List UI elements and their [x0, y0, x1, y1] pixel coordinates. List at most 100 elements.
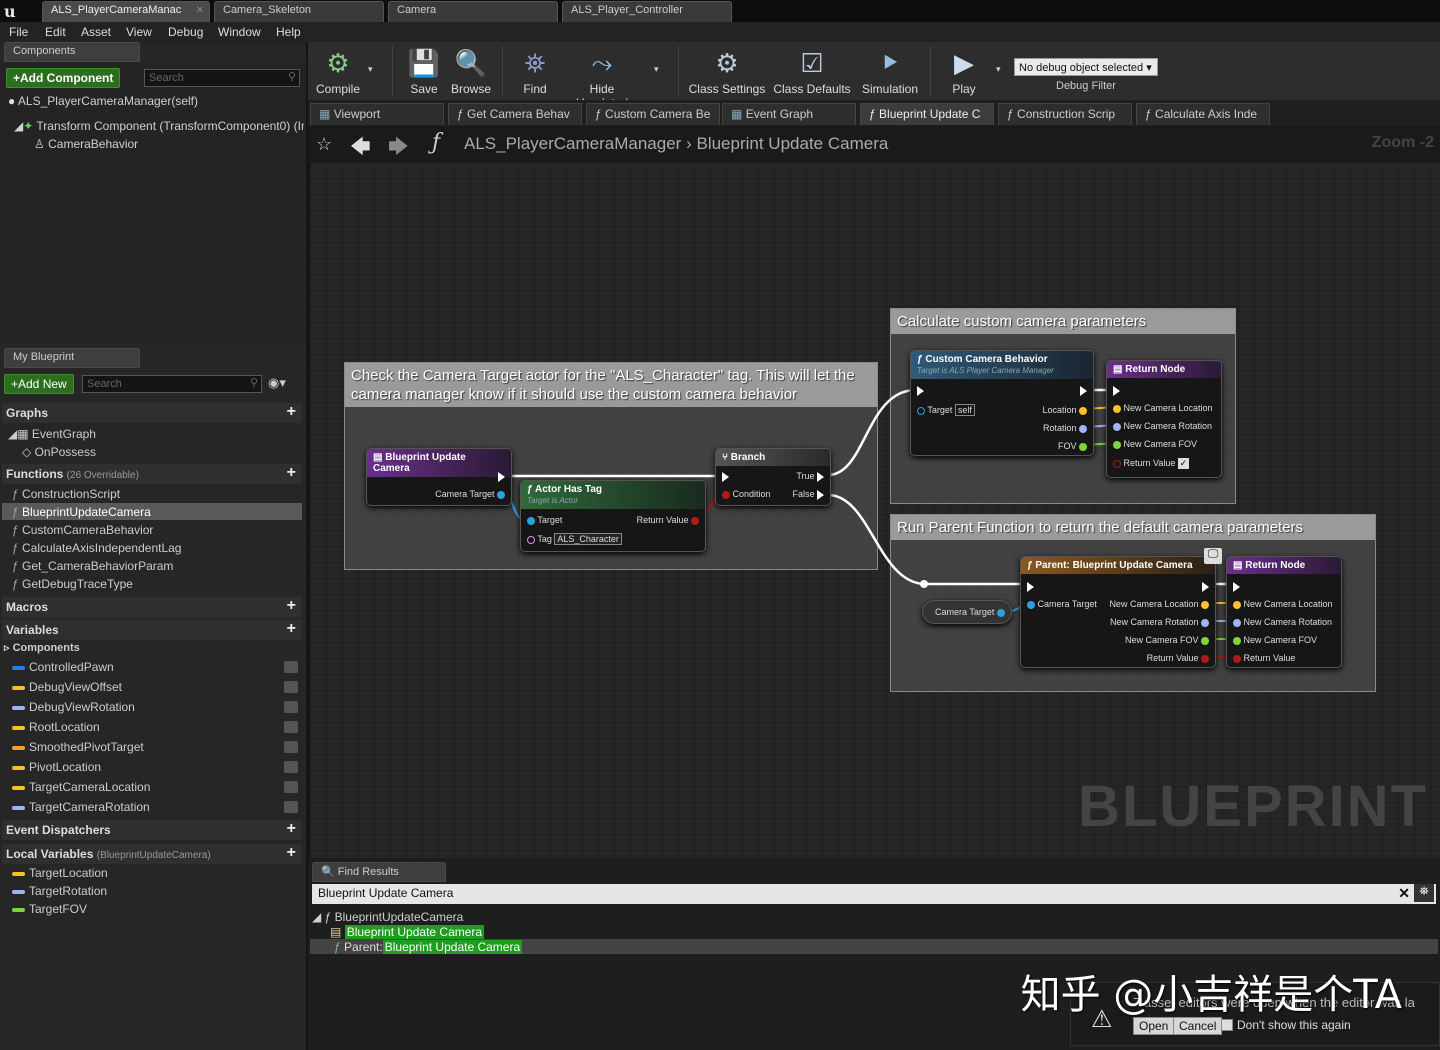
- variable-item[interactable]: TargetCameraRotation: [12, 800, 150, 814]
- function-item-selected[interactable]: ƒ BlueprintUpdateCamera: [12, 505, 151, 519]
- eye-icon[interactable]: [284, 681, 298, 693]
- add-graph-icon[interactable]: +: [287, 403, 296, 421]
- parent-update-camera-node[interactable]: ƒ Parent: Blueprint Update Camera Camera…: [1020, 556, 1216, 668]
- back-arrow-icon[interactable]: 🡄: [350, 132, 371, 166]
- blueprint-graph-canvas[interactable]: Check the Camera Target actor for the "A…: [310, 162, 1440, 858]
- add-macro-icon[interactable]: +: [287, 597, 296, 615]
- eye-icon[interactable]: [284, 801, 298, 813]
- target-pin[interactable]: Target self: [917, 404, 975, 416]
- doc-tab-controller[interactable]: ALS_Player_Controller: [562, 1, 732, 22]
- custom-camera-behavior-node[interactable]: ƒ Custom Camera Behavior Target is ALS Pl…: [910, 350, 1094, 456]
- debug-object-select[interactable]: No debug object selected ▾: [1014, 58, 1158, 76]
- dont-show-checkbox[interactable]: [1221, 1019, 1233, 1031]
- component-self[interactable]: ● ALS_PlayerCameraManager(self): [8, 94, 198, 108]
- browse-button[interactable]: 🔍 Browse: [448, 42, 494, 100]
- exec-in-pin[interactable]: [1113, 385, 1120, 396]
- eye-icon[interactable]: [284, 661, 298, 673]
- entry-node[interactable]: ▤ Blueprint Update Camera Camera Target: [366, 448, 512, 506]
- menu-asset[interactable]: Asset: [81, 25, 111, 39]
- variable-item[interactable]: DebugViewRotation: [12, 700, 135, 714]
- find-button[interactable]: ⛯ Find: [512, 42, 558, 100]
- my-blueprint-tab[interactable]: My Blueprint: [4, 348, 140, 368]
- tab-calculate-axis[interactable]: ƒ Calculate Axis Inde: [1136, 103, 1270, 125]
- forward-arrow-icon[interactable]: 🡆: [388, 132, 409, 166]
- function-item[interactable]: ƒ CalculateAxisIndependentLag: [12, 541, 181, 555]
- target-pin[interactable]: Target: [527, 515, 562, 525]
- find-result-item[interactable]: ▤ Blueprint Update Camera: [330, 925, 485, 939]
- variable-item[interactable]: SmoothedPivotTarget: [12, 740, 144, 754]
- clear-icon[interactable]: ✕: [1398, 885, 1410, 902]
- blueprint-search-input[interactable]: Search ⚲: [82, 375, 262, 393]
- macros-section[interactable]: Macros +: [2, 597, 302, 617]
- function-item[interactable]: ƒ Get_CameraBehaviorParam: [12, 559, 173, 573]
- return-node-parent[interactable]: ▤ Return Node New Camera Location New Ca…: [1226, 556, 1342, 668]
- eye-icon[interactable]: [284, 701, 298, 713]
- doc-tab-skeleton[interactable]: Camera_Skeleton: [214, 1, 384, 22]
- menu-file[interactable]: File: [9, 25, 28, 39]
- condition-pin[interactable]: Condition: [722, 489, 771, 499]
- new-camera-fov-pin[interactable]: New Camera FOV: [1113, 439, 1197, 449]
- menu-window[interactable]: Window: [218, 25, 261, 39]
- hide-unrelated-button[interactable]: ⤳Hide Unrelated: [562, 42, 642, 110]
- components-category[interactable]: ▹ Components: [4, 641, 80, 654]
- variable-item[interactable]: DebugViewOffset: [12, 680, 122, 694]
- return-value-pin[interactable]: Return Value: [1147, 653, 1209, 663]
- camera-behavior-component[interactable]: ♙ CameraBehavior: [34, 137, 138, 151]
- local-variable-item[interactable]: TargetFOV: [12, 902, 87, 916]
- camera-target-getter[interactable]: Camera Target: [922, 600, 1012, 624]
- new-camera-rotation-pin[interactable]: New Camera Rotation: [1233, 617, 1332, 627]
- eye-icon[interactable]: [284, 761, 298, 773]
- add-function-icon[interactable]: +: [287, 464, 296, 482]
- variable-item[interactable]: PivotLocation: [12, 760, 101, 774]
- add-new-button[interactable]: +Add New: [4, 374, 74, 394]
- return-value-pin[interactable]: Return Value ✓: [1113, 458, 1189, 470]
- tab-custom-camera[interactable]: ƒ Custom Camera Be: [586, 103, 720, 125]
- close-icon[interactable]: ✕: [196, 5, 204, 16]
- exec-out-pin[interactable]: [1080, 385, 1087, 396]
- new-camera-fov-pin[interactable]: New Camera FOV: [1125, 635, 1209, 645]
- function-item[interactable]: ƒ GetDebugTraceType: [12, 577, 133, 591]
- rotation-pin[interactable]: Rotation: [1043, 423, 1087, 433]
- binoculars-icon[interactable]: ⛯: [1414, 884, 1434, 902]
- local-variable-item[interactable]: TargetLocation: [12, 866, 108, 880]
- exec-in-pin[interactable]: [1233, 581, 1240, 592]
- variables-section[interactable]: Variables +: [2, 620, 302, 640]
- variable-item[interactable]: ControlledPawn: [12, 660, 114, 674]
- new-camera-rotation-pin[interactable]: New Camera Rotation: [1113, 421, 1212, 431]
- new-camera-location-pin[interactable]: New Camera Location: [1233, 599, 1333, 609]
- eye-icon[interactable]: [284, 781, 298, 793]
- add-component-button[interactable]: +Add Component: [6, 68, 121, 88]
- eye-visibility-icon[interactable]: ◉▾: [268, 375, 286, 391]
- hide-unrelated-dropdown-icon[interactable]: ▾: [654, 64, 659, 75]
- doc-tab-camera-manager[interactable]: ALS_PlayerCameraManac ✕: [42, 1, 210, 22]
- local-variables-section[interactable]: Local Variables (BlueprintUpdateCamera) +: [2, 844, 302, 864]
- tab-construction-script[interactable]: ƒ Construction Scrip: [998, 103, 1132, 125]
- find-result-root[interactable]: ◢ ƒ BlueprintUpdateCamera: [312, 910, 463, 924]
- play-button[interactable]: ▶ Play: [938, 42, 990, 100]
- doc-tab-camera[interactable]: Camera: [388, 1, 558, 22]
- new-camera-location-pin[interactable]: New Camera Location: [1109, 599, 1209, 609]
- return-value-pin[interactable]: Return Value: [637, 515, 699, 525]
- variable-item[interactable]: TargetCameraLocation: [12, 780, 150, 794]
- function-item[interactable]: ƒ CustomCameraBehavior: [12, 523, 153, 537]
- find-search-input[interactable]: Blueprint Update Camera ✕ ⛯: [312, 884, 1436, 904]
- tag-pin[interactable]: Tag ALS_Character: [527, 533, 622, 545]
- exec-in-pin[interactable]: [1027, 581, 1034, 592]
- reroute-knot[interactable]: [920, 580, 928, 588]
- menu-help[interactable]: Help: [276, 25, 301, 39]
- exec-in-pin[interactable]: [722, 471, 729, 482]
- breadcrumb-root[interactable]: ALS_PlayerCameraManager: [464, 134, 681, 153]
- compile-dropdown-icon[interactable]: ▾: [368, 64, 373, 75]
- new-camera-fov-pin[interactable]: New Camera FOV: [1233, 635, 1317, 645]
- simulation-button[interactable]: ⯈ Simulation: [858, 42, 922, 100]
- new-camera-location-pin[interactable]: New Camera Location: [1113, 403, 1213, 413]
- tab-viewport[interactable]: ▦ Viewport: [310, 103, 444, 125]
- exec-in-pin[interactable]: [917, 385, 924, 396]
- tab-event-graph[interactable]: ▦ Event Graph: [722, 103, 856, 125]
- compile-button[interactable]: ⚙ Compile: [310, 42, 366, 100]
- function-item[interactable]: ƒ ConstructionScript: [12, 487, 120, 501]
- menu-edit[interactable]: Edit: [45, 25, 66, 39]
- transform-component[interactable]: ◢✦ Transform Component (TransformCompone…: [14, 119, 304, 133]
- eye-icon[interactable]: [284, 721, 298, 733]
- checkbox-checked-icon[interactable]: ✓: [1177, 458, 1189, 470]
